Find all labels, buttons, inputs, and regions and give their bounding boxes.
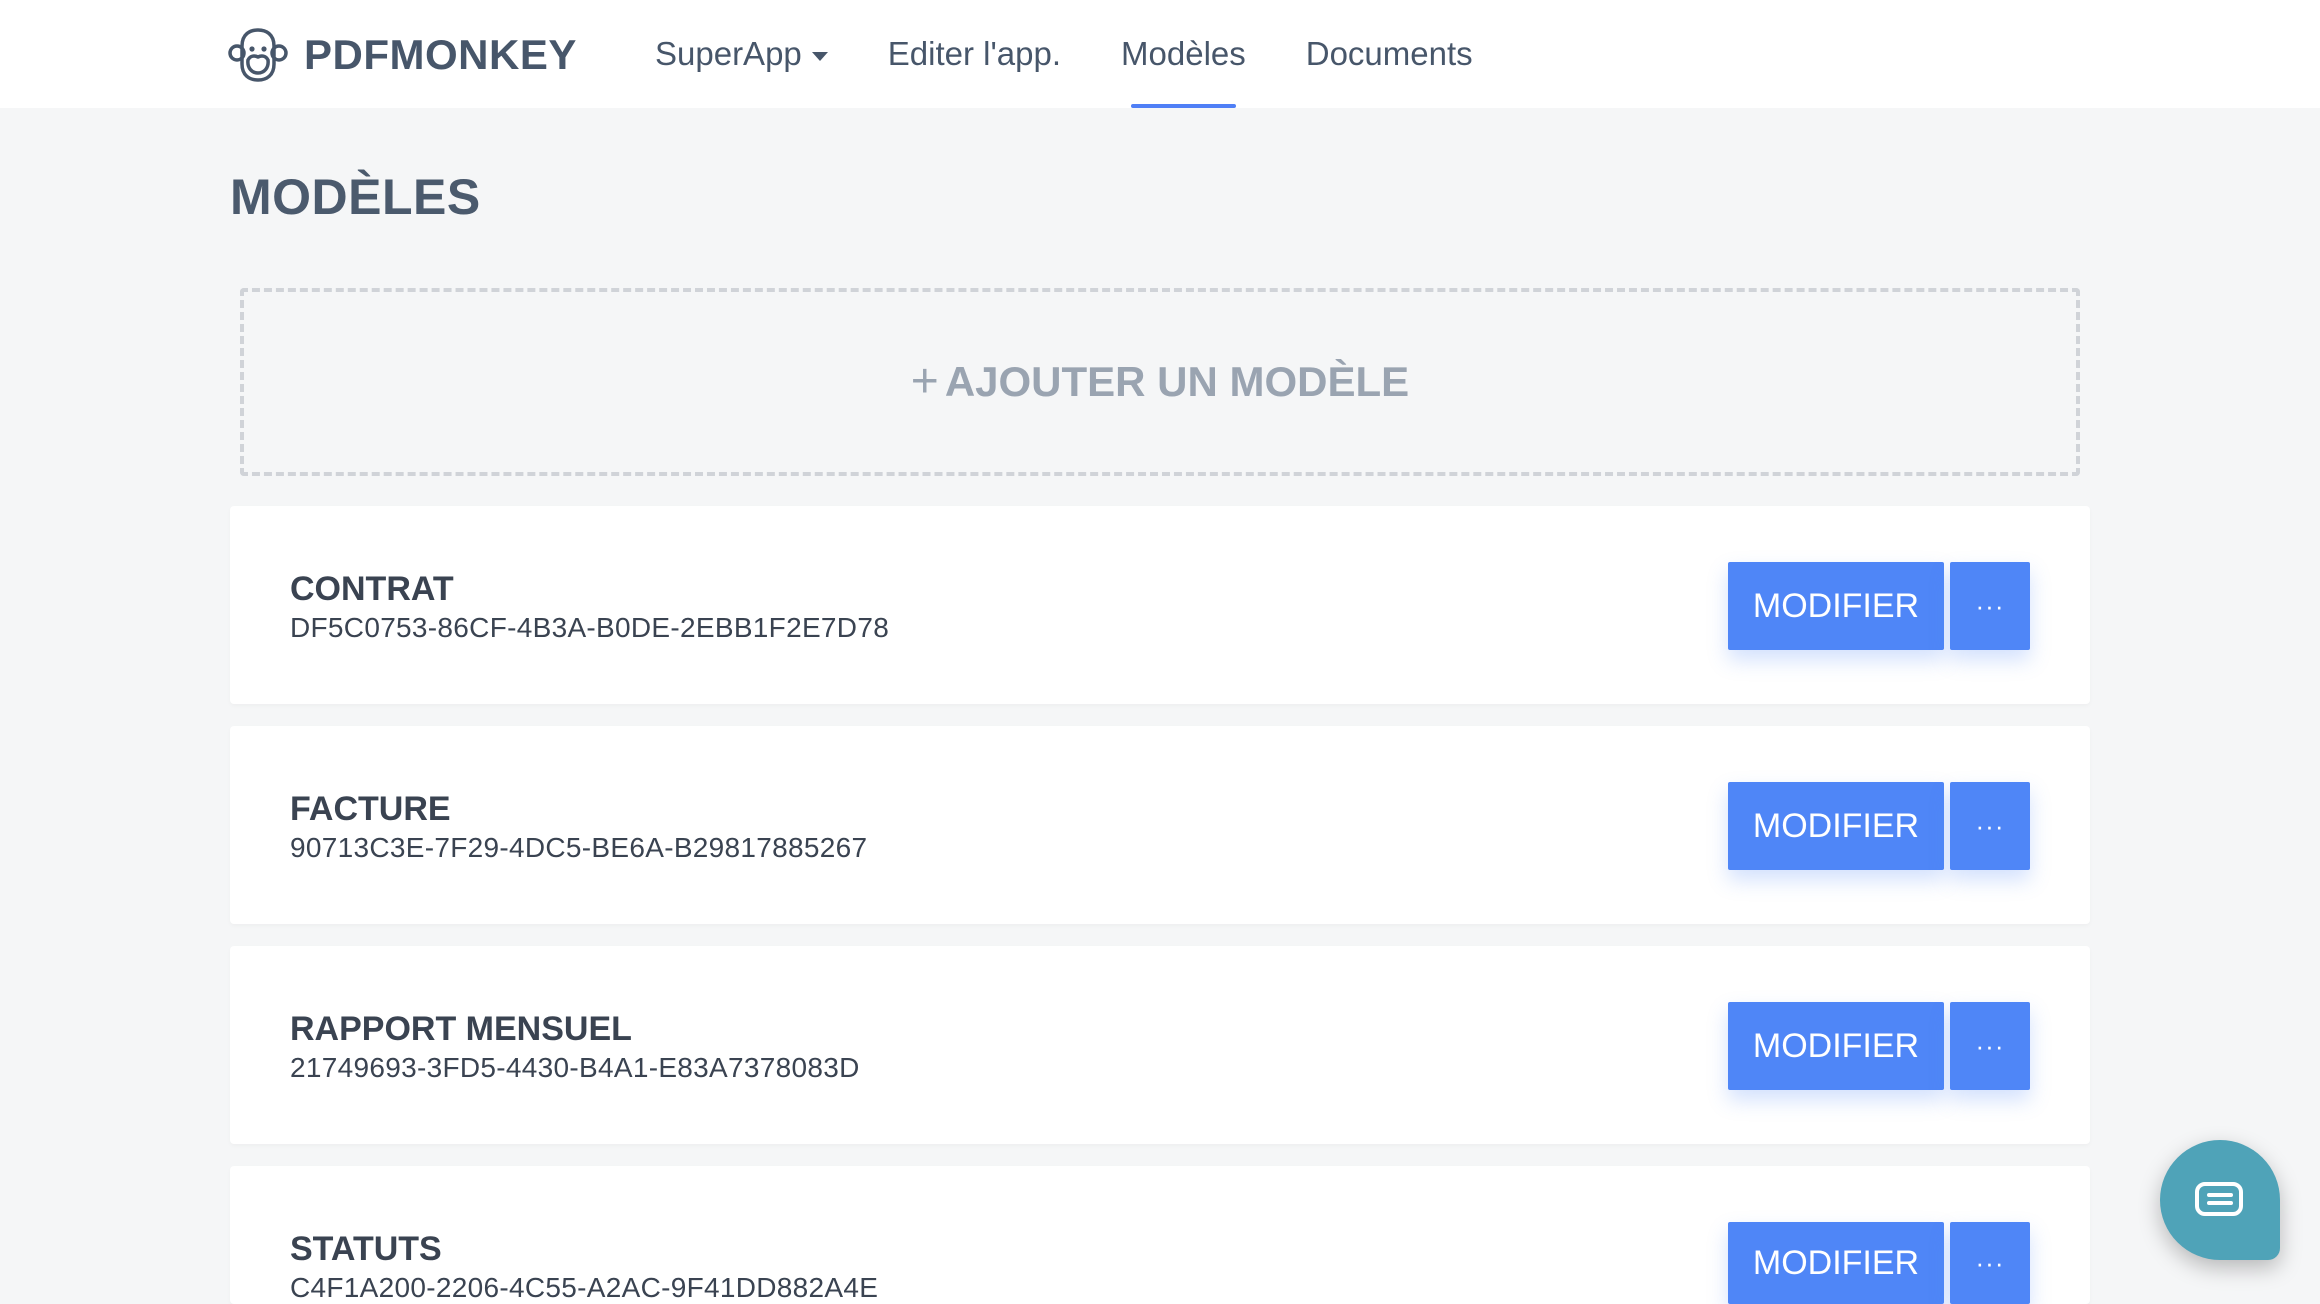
more-options-button[interactable]: ··· xyxy=(1950,782,2030,870)
template-name: STATUTS xyxy=(290,1230,442,1268)
modify-button[interactable]: MODIFIER xyxy=(1728,1222,1944,1304)
nav-item-label: SuperApp xyxy=(655,35,802,72)
more-options-button[interactable]: ··· xyxy=(1950,1222,2030,1304)
chat-launcher-button[interactable] xyxy=(2160,1140,2280,1260)
more-options-button[interactable]: ··· xyxy=(1950,562,2030,650)
template-id: 90713C3E-7F29-4DC5-BE6A-B29817885267 xyxy=(290,832,868,863)
template-name: FACTURE xyxy=(290,790,451,828)
nav-item-documents[interactable]: Documents xyxy=(1306,0,1473,108)
template-id: DF5C0753-86CF-4B3A-B0DE-2EBB1F2E7D78 xyxy=(290,612,890,643)
add-template-button[interactable]: + AJOUTER UN MODÈLE xyxy=(240,288,2080,476)
template-id: C4F1A200-2206-4C55-A2AC-9F41DD882A4E xyxy=(290,1272,879,1303)
nav-item-edit-app[interactable]: Editer l'app. xyxy=(888,0,1061,108)
monkey-icon xyxy=(228,28,288,82)
template-name: RAPPORT MENSUEL xyxy=(290,1010,632,1048)
modify-button[interactable]: MODIFIER xyxy=(1728,562,1944,650)
template-card: CONTRAT DF5C0753-86CF-4B3A-B0DE-2EBB1F2E… xyxy=(230,506,2090,704)
nav-item-label: Editer l'app. xyxy=(887,35,1062,72)
template-card: FACTURE 90713C3E-7F29-4DC5-BE6A-B2981788… xyxy=(230,726,2090,924)
more-options-button[interactable]: ··· xyxy=(1950,1002,2030,1090)
template-name: CONTRAT xyxy=(290,570,454,608)
caret-down-icon xyxy=(811,51,828,61)
template-id: 21749693-3FD5-4430-B4A1-E83A7378083D xyxy=(290,1052,860,1083)
top-navbar: PDFMONKEY SuperApp Editer l'app. Modèles… xyxy=(0,0,2320,108)
brand-name: PDFMONKEY xyxy=(304,31,577,78)
plus-icon: + xyxy=(910,355,939,408)
chat-icon xyxy=(2195,1182,2243,1216)
nav-item-label: Modèles xyxy=(1121,35,1246,72)
add-template-label: AJOUTER UN MODÈLE xyxy=(944,358,1410,405)
template-card: STATUTS C4F1A200-2206-4C55-A2AC-9F41DD88… xyxy=(230,1166,2090,1304)
brand-logo[interactable]: PDFMONKEY xyxy=(228,26,577,84)
nav-item-label: Documents xyxy=(1305,35,1473,72)
nav-item-superapp[interactable]: SuperApp xyxy=(655,0,828,108)
modify-button[interactable]: MODIFIER xyxy=(1728,782,1944,870)
nav-item-templates[interactable]: Modèles xyxy=(1121,0,1246,108)
modify-button[interactable]: MODIFIER xyxy=(1728,1002,1944,1090)
template-card: RAPPORT MENSUEL 21749693-3FD5-4430-B4A1-… xyxy=(230,946,2090,1144)
page-title: MODÈLES xyxy=(230,169,481,225)
main-nav: SuperApp Editer l'app. Modèles Documents xyxy=(655,0,1533,108)
